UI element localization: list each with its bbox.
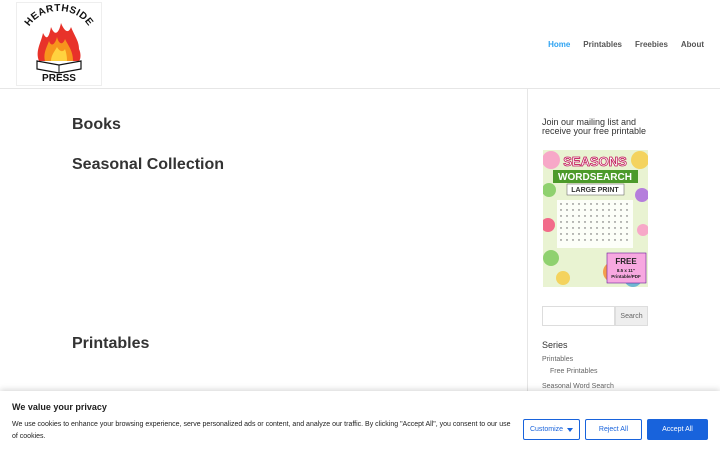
nav-printables[interactable]: Printables <box>583 40 622 49</box>
search-input[interactable] <box>542 306 615 326</box>
logo-bottom-text: PRESS <box>42 73 76 84</box>
caret-down-icon <box>567 427 574 432</box>
cookie-title: We value your privacy <box>12 402 107 412</box>
promo-badge-size: 8.5 x 11" <box>617 268 635 273</box>
nav-about[interactable]: About <box>681 40 704 49</box>
logo-top-text: HEARTHSIDE <box>23 3 95 28</box>
hearthside-logo-graphic: HEARTHSIDE PRESS <box>23 3 95 84</box>
reject-all-button[interactable]: Reject All <box>585 419 642 440</box>
accept-all-button[interactable]: Accept All <box>647 419 708 440</box>
page: HEARTHSIDE PRESS Home Printables Freebie… <box>0 0 720 450</box>
heading-printables: Printables <box>72 335 150 352</box>
series-link-printables[interactable]: Printables <box>542 356 573 363</box>
main-nav: Home Printables Freebies About <box>548 40 704 49</box>
mailing-list-title: Join our mailing list and receive your f… <box>542 117 647 136</box>
nav-freebies[interactable]: Freebies <box>635 40 668 49</box>
promo-tag: LARGE PRINT <box>571 187 619 194</box>
promo-graphic: SEASONS WORDSEARCH LARGE PRINT FREE 8.5 … <box>543 150 648 287</box>
free-printable-promo-image[interactable]: SEASONS WORDSEARCH LARGE PRINT FREE 8.5 … <box>543 150 648 287</box>
promo-subtitle: WORDSEARCH <box>558 172 632 183</box>
heading-books: Books <box>72 116 121 133</box>
svg-text:HEARTHSIDE: HEARTHSIDE <box>23 3 95 28</box>
search-button[interactable]: Search <box>615 306 648 326</box>
series-link-seasonal-word-search[interactable]: Seasonal Word Search <box>542 383 614 390</box>
site-logo[interactable]: HEARTHSIDE PRESS <box>16 2 102 86</box>
customize-label: Customize <box>529 426 564 433</box>
heading-seasonal-collection: Seasonal Collection <box>72 156 225 173</box>
series-link-free-printables[interactable]: Free Printables <box>550 368 597 375</box>
series-heading: Series <box>542 340 568 350</box>
promo-badge-free: FREE <box>615 257 637 266</box>
promo-badge-format: Printable/PDF <box>611 274 641 279</box>
nav-home[interactable]: Home <box>548 40 570 49</box>
site-header: HEARTHSIDE PRESS Home Printables Freebie… <box>0 0 720 89</box>
promo-title: SEASONS <box>563 154 627 169</box>
cookie-description: We use cookies to enhance your browsing … <box>12 421 511 440</box>
customize-button[interactable]: Customize <box>523 419 580 440</box>
cookie-consent-banner: We value your privacy We use cookies to … <box>0 391 720 450</box>
